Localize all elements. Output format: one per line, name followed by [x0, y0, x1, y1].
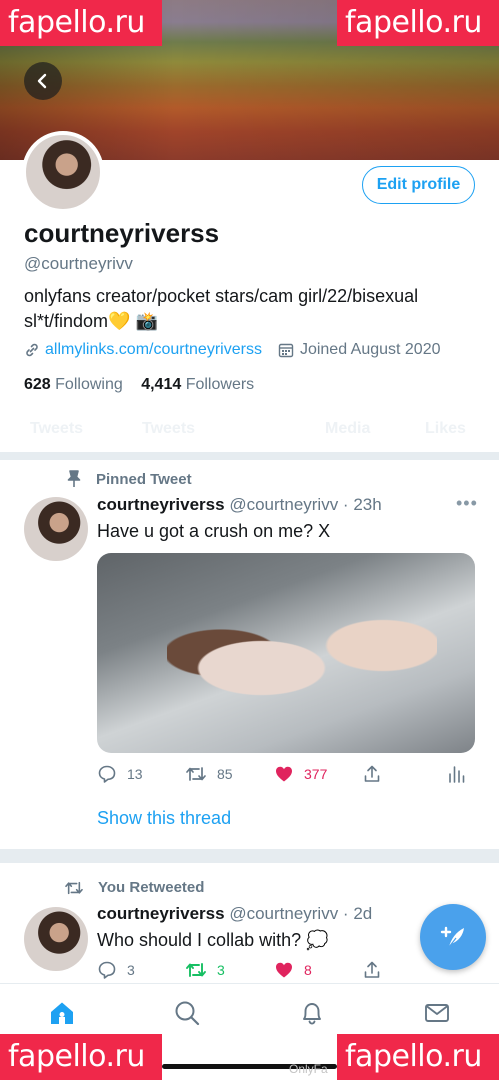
retweet-button[interactable]: 85: [185, 764, 233, 784]
watermark-top-left: fapello.ru: [0, 0, 162, 46]
profile-bio: onlyfans creator/pocket stars/cam girl/2…: [24, 284, 474, 334]
analytics-icon: [449, 766, 465, 783]
compose-tweet-button[interactable]: [420, 904, 486, 970]
home-icon: [51, 1002, 73, 1024]
tweet-author[interactable]: courtneyriverss: [97, 495, 225, 514]
bio-line-2: sl*t/findom💛 📸: [24, 311, 158, 331]
tweet-header: courtneyriverss @courtneyrivv · 23h: [97, 495, 382, 515]
share-button[interactable]: [362, 764, 382, 784]
nav-home[interactable]: [47, 998, 77, 1028]
back-button[interactable]: [24, 62, 62, 100]
retweet-small-icon: [65, 881, 83, 894]
tab-tweets-replies[interactable]: Tweets: [142, 420, 195, 438]
reply-icon: [98, 765, 116, 783]
analytics-button[interactable]: [447, 764, 465, 784]
tweet-header: courtneyriverss @courtneyrivv · 2d: [97, 904, 372, 924]
like-count: 8: [304, 962, 312, 978]
retweet-count: 3: [217, 962, 225, 978]
following-label: Following: [55, 376, 123, 393]
tweet-text: Who should I collab with? 💭: [97, 930, 329, 950]
tweet-avatar[interactable]: [24, 497, 88, 561]
reply-button[interactable]: 13: [97, 764, 143, 784]
tweet-text: Have u got a crush on me? X: [97, 521, 331, 541]
retweet-icon: [186, 767, 206, 781]
tweet-media[interactable]: [97, 553, 475, 753]
tweet-meta: @courtneyrivv · 23h: [229, 495, 382, 514]
follow-stats: 628 Following 4,414 Followers: [24, 376, 254, 394]
search-icon: [175, 1001, 200, 1026]
following-link[interactable]: 628 Following: [24, 376, 123, 393]
retweet-active-icon: [186, 963, 206, 977]
profile-tabs: Tweets Tweets Media Likes: [0, 420, 499, 442]
tab-media[interactable]: Media: [325, 420, 370, 438]
tweet-author[interactable]: courtneyriverss: [97, 904, 225, 923]
pin-icon: [67, 470, 81, 487]
reply-count: 3: [127, 962, 135, 978]
tweet-actions: 13 85 377: [97, 764, 477, 788]
tweet-avatar[interactable]: [24, 907, 88, 971]
edit-profile-button[interactable]: Edit profile: [362, 166, 475, 204]
retweet-count: 85: [217, 766, 233, 782]
tweet-meta: @courtneyrivv · 2d: [229, 904, 373, 923]
followers-link[interactable]: 4,414 Followers: [141, 376, 254, 393]
tweet-actions: 3 3 8: [97, 960, 477, 984]
nav-search[interactable]: [172, 998, 202, 1028]
like-button[interactable]: 8: [274, 960, 312, 980]
pinned-label: Pinned Tweet: [66, 470, 192, 488]
tab-likes[interactable]: Likes: [425, 420, 466, 438]
envelope-icon: [425, 1004, 449, 1022]
retweeted-text: You Retweeted: [98, 879, 205, 896]
share-icon: [364, 765, 380, 782]
tweet-divider: [0, 849, 499, 863]
watermark-bottom-left: fapello.ru: [0, 1034, 162, 1080]
profile-avatar[interactable]: [22, 131, 104, 213]
retweeted-label: You Retweeted: [64, 879, 204, 896]
joined-date: Joined August 2020: [299, 341, 441, 358]
watermark-top-right: fapello.ru: [337, 0, 499, 46]
profile-meta: allmylinks.com/courtneyriverss Joined Au…: [24, 341, 441, 359]
share-button[interactable]: [362, 960, 382, 980]
profile-link[interactable]: allmylinks.com/courtneyriverss: [45, 341, 262, 359]
reply-button[interactable]: 3: [97, 960, 135, 980]
calendar-icon: [278, 343, 294, 358]
footer-faint-text: OnlyFa: [289, 1062, 328, 1076]
following-count: 628: [24, 376, 51, 393]
show-thread-link[interactable]: Show this thread: [97, 808, 231, 829]
watermark-bottom-right: fapello.ru: [337, 1034, 499, 1080]
retweet-button[interactable]: 3: [185, 960, 225, 980]
like-count: 377: [304, 766, 328, 782]
display-name: courtneyriverss: [24, 218, 220, 248]
nav-notifications[interactable]: [297, 998, 327, 1028]
chevron-left-icon: [37, 73, 47, 89]
bell-icon: [303, 1003, 321, 1025]
followers-count: 4,414: [141, 376, 182, 393]
pinned-text: Pinned Tweet: [96, 470, 192, 488]
link-icon: [26, 343, 38, 357]
reply-icon: [98, 961, 116, 979]
heart-filled-icon: [276, 766, 292, 782]
tab-tweets[interactable]: Tweets: [30, 420, 83, 438]
followers-label: Followers: [185, 376, 255, 393]
reply-count: 13: [127, 766, 143, 782]
bio-line-1: onlyfans creator/pocket stars/cam girl/2…: [24, 286, 419, 306]
media-photo: [167, 593, 437, 743]
feather-plus-icon: [440, 926, 464, 948]
more-options-icon[interactable]: •••: [456, 493, 478, 514]
like-button[interactable]: 377: [274, 764, 327, 784]
section-divider: [0, 452, 499, 460]
profile-handle: @courtneyrivv: [24, 254, 133, 273]
heart-filled-icon: [276, 962, 292, 978]
share-icon: [364, 961, 380, 978]
nav-messages[interactable]: [422, 998, 452, 1028]
